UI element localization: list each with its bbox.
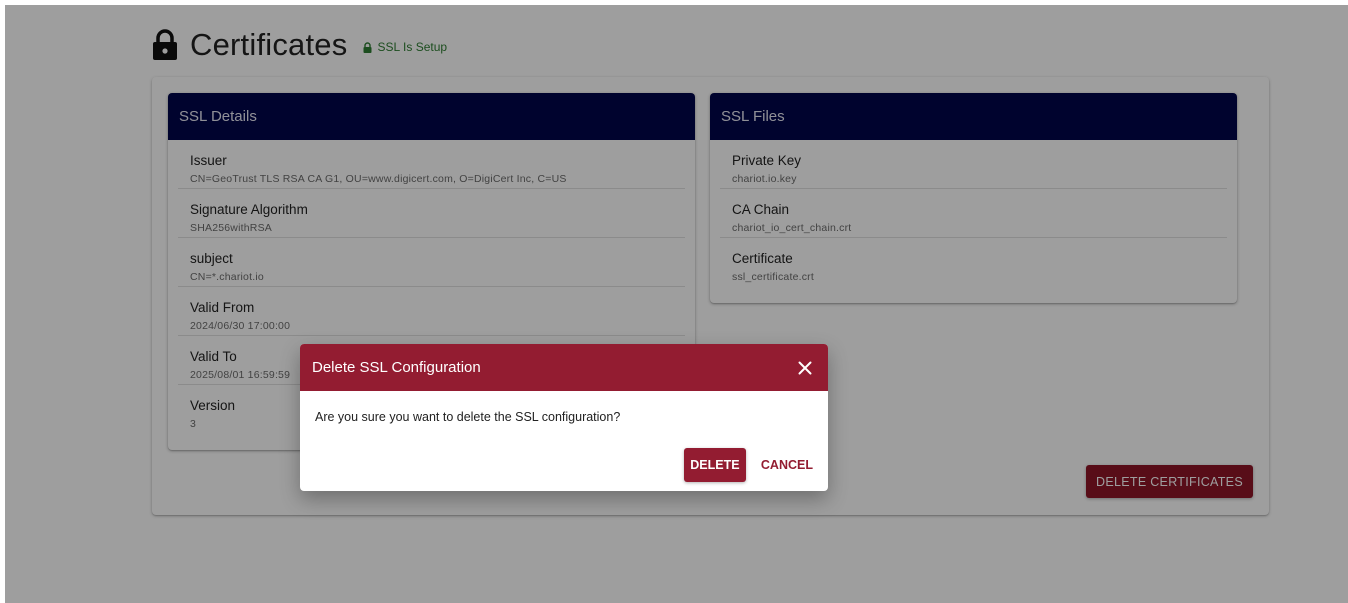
dialog-message: Are you sure you want to delete the SSL …: [315, 410, 621, 424]
frame-edge-left: [0, 0, 5, 603]
modal-backdrop[interactable]: [0, 0, 1348, 603]
dialog-actions: DELETE CANCEL: [300, 448, 828, 482]
delete-ssl-dialog: Delete SSL Configuration Are you sure yo…: [300, 344, 828, 491]
dialog-header: Delete SSL Configuration: [300, 344, 828, 391]
frame-edge-top: [0, 0, 1348, 5]
dialog-title: Delete SSL Configuration: [312, 359, 481, 376]
confirm-delete-button[interactable]: DELETE: [683, 448, 746, 482]
close-icon[interactable]: [794, 357, 816, 379]
cancel-button[interactable]: CANCEL: [754, 448, 813, 482]
